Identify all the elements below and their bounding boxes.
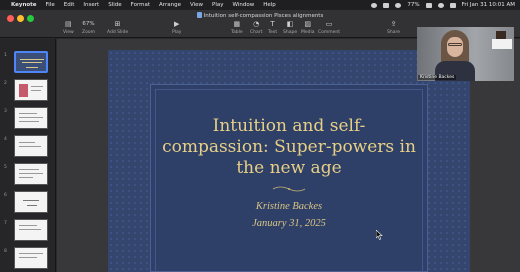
slide-date[interactable]: January 31, 2025 xyxy=(160,218,418,229)
document-title: Intuition self-compassion Pisces alignme… xyxy=(0,12,520,19)
menu-file[interactable]: File xyxy=(46,2,55,8)
screen-record-icon[interactable] xyxy=(383,2,390,8)
text-button[interactable]: T Text xyxy=(268,20,277,35)
media-button[interactable]: ▨ Media xyxy=(301,20,315,35)
status-area: 77% Fri Jan 31 10:01 AM xyxy=(371,2,515,8)
thumbnail-preview xyxy=(14,219,48,241)
thumbnail-preview xyxy=(14,247,48,269)
slide-thumbnail-8[interactable]: 8 xyxy=(0,247,56,271)
table-icon: ▦ xyxy=(233,20,241,28)
slide-thumbnail-4[interactable]: 4 xyxy=(0,135,56,159)
chart-icon: ◔ xyxy=(253,20,260,28)
add-slide-icon: ⊞ xyxy=(114,20,121,28)
slide-author[interactable]: Kristine Backes xyxy=(160,201,418,212)
thumbnail-preview xyxy=(14,107,48,129)
search-icon[interactable] xyxy=(437,2,444,8)
video-call-thumbnail[interactable]: Kristine Backes xyxy=(417,27,514,81)
wifi-icon[interactable] xyxy=(395,2,402,8)
slide-thumbnail-7[interactable]: 7 xyxy=(0,219,56,243)
thumbnail-preview xyxy=(14,79,48,101)
battery-percent: 77% xyxy=(407,2,420,8)
slide-navigator[interactable]: 1 2 3 4 5 6 7 8 xyxy=(0,39,56,272)
comment-icon: ▭ xyxy=(325,20,333,28)
ornament-divider xyxy=(272,186,306,192)
chart-button[interactable]: ◔ Chart xyxy=(250,20,262,35)
text-icon: T xyxy=(270,20,275,28)
menu-arrange[interactable]: Arrange xyxy=(159,2,181,8)
menu-help[interactable]: Help xyxy=(263,2,276,8)
thumbnail-preview xyxy=(14,51,48,73)
current-slide[interactable]: Intuition and self- compassion: Super-po… xyxy=(108,50,470,272)
play-button[interactable]: ▶ Play xyxy=(172,20,181,35)
sidebar-icon: ▤ xyxy=(65,20,72,28)
menu-window[interactable]: Window xyxy=(233,2,255,8)
share-button[interactable]: ⇪ Share xyxy=(387,20,400,35)
shape-button[interactable]: ◧ Shape xyxy=(283,20,297,35)
menu-app-keynote[interactable]: Keynote xyxy=(11,2,37,8)
participant-name: Kristine Backes xyxy=(418,75,457,80)
control-center-icon[interactable] xyxy=(449,2,456,8)
menu-bar: Keynote File Edit Insert Slide Format Ar… xyxy=(0,0,520,10)
menu-slide[interactable]: Slide xyxy=(108,2,121,8)
menu-play[interactable]: Play xyxy=(212,2,223,8)
slide-thumbnail-3[interactable]: 3 xyxy=(0,107,56,131)
battery-icon[interactable] xyxy=(425,2,432,8)
share-icon: ⇪ xyxy=(390,20,397,28)
thumbnail-preview xyxy=(14,135,48,157)
slide-thumbnail-2[interactable]: 2 xyxy=(0,79,56,103)
add-slide-button[interactable]: ⊞ Add Slide xyxy=(107,20,128,35)
play-icon: ▶ xyxy=(174,20,180,28)
comment-button[interactable]: ▭ Comment xyxy=(318,20,340,35)
view-button[interactable]: ▤ View xyxy=(63,20,74,35)
thumbnail-preview xyxy=(14,163,48,185)
menu-view[interactable]: View xyxy=(190,2,203,8)
slide-thumbnail-6[interactable]: 6 xyxy=(0,191,56,215)
mouse-cursor-icon xyxy=(376,230,383,240)
menu-format[interactable]: Format xyxy=(131,2,150,8)
menu-insert[interactable]: Insert xyxy=(83,2,99,8)
document-icon xyxy=(196,12,202,18)
slide-thumbnail-5[interactable]: 5 xyxy=(0,163,56,187)
thumbnail-preview xyxy=(14,191,48,213)
shape-icon: ◧ xyxy=(286,20,294,28)
control-icon[interactable] xyxy=(371,2,378,8)
slide-thumbnail-1[interactable]: 1 xyxy=(0,51,56,75)
menu-edit[interactable]: Edit xyxy=(64,2,75,8)
slide-title[interactable]: Intuition and self- compassion: Super-po… xyxy=(160,116,418,179)
zoom-dropdown[interactable]: 67% Zoom xyxy=(82,20,95,35)
table-button[interactable]: ▦ Table xyxy=(231,20,243,35)
media-icon: ▨ xyxy=(304,20,312,28)
menubar-clock[interactable]: Fri Jan 31 10:01 AM xyxy=(462,2,515,8)
